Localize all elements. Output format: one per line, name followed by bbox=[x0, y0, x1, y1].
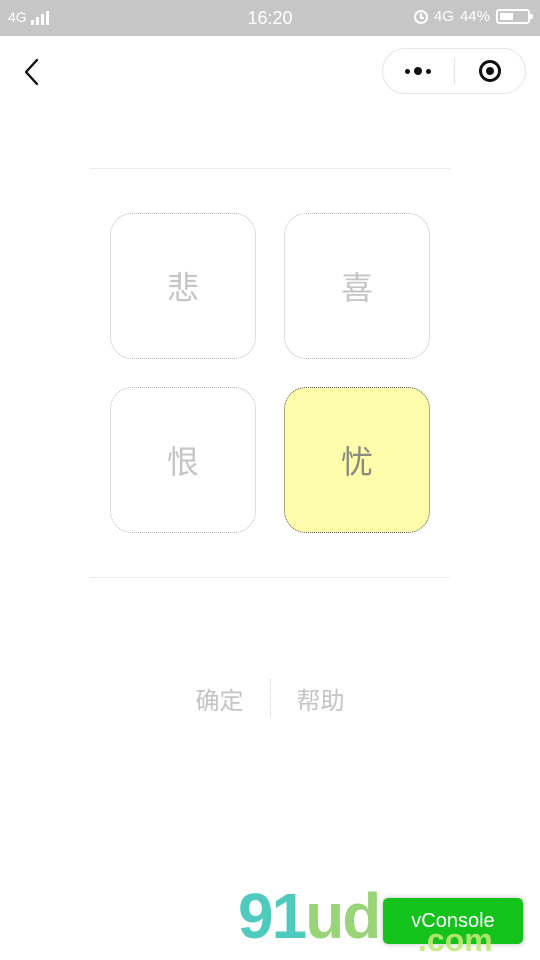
network-type-right: 4G bbox=[433, 8, 454, 25]
tile-you[interactable]: 忧 bbox=[284, 387, 430, 533]
target-circle-icon bbox=[478, 60, 501, 82]
action-bar: 确定 帮助 bbox=[0, 678, 540, 718]
bottom-divider bbox=[90, 577, 450, 578]
tile-label: 恨 bbox=[166, 443, 199, 481]
help-button[interactable]: 帮助 bbox=[271, 681, 371, 716]
battery-icon bbox=[496, 9, 533, 24]
watermark-logo: 91ud bbox=[238, 884, 381, 948]
tile-label: 忧 bbox=[340, 443, 373, 481]
more-dots-icon bbox=[405, 67, 432, 75]
tile-hen[interactable]: 恨 bbox=[110, 387, 256, 533]
back-button[interactable] bbox=[12, 52, 52, 92]
more-button[interactable] bbox=[383, 49, 454, 93]
watermark-suffix: .com bbox=[418, 922, 493, 958]
tile-bei[interactable]: 悲 bbox=[110, 213, 256, 359]
watermark-prefix: 91 bbox=[238, 880, 307, 952]
tile-label: 喜 bbox=[340, 269, 373, 307]
tile-label: 悲 bbox=[166, 269, 199, 307]
confirm-button[interactable]: 确定 bbox=[170, 681, 270, 716]
tile-xi[interactable]: 喜 bbox=[284, 213, 430, 359]
chevron-left-icon bbox=[24, 58, 39, 86]
battery-percent: 44% bbox=[459, 8, 490, 25]
status-bar: 4G 16:20 4G 44% bbox=[0, 0, 540, 36]
close-button[interactable] bbox=[455, 49, 526, 93]
status-right: 4G 44% bbox=[413, 8, 533, 25]
watermark-mid: ud bbox=[305, 880, 381, 952]
top-divider bbox=[90, 168, 450, 169]
mini-program-capsule bbox=[382, 48, 526, 94]
alarm-icon bbox=[413, 9, 428, 24]
